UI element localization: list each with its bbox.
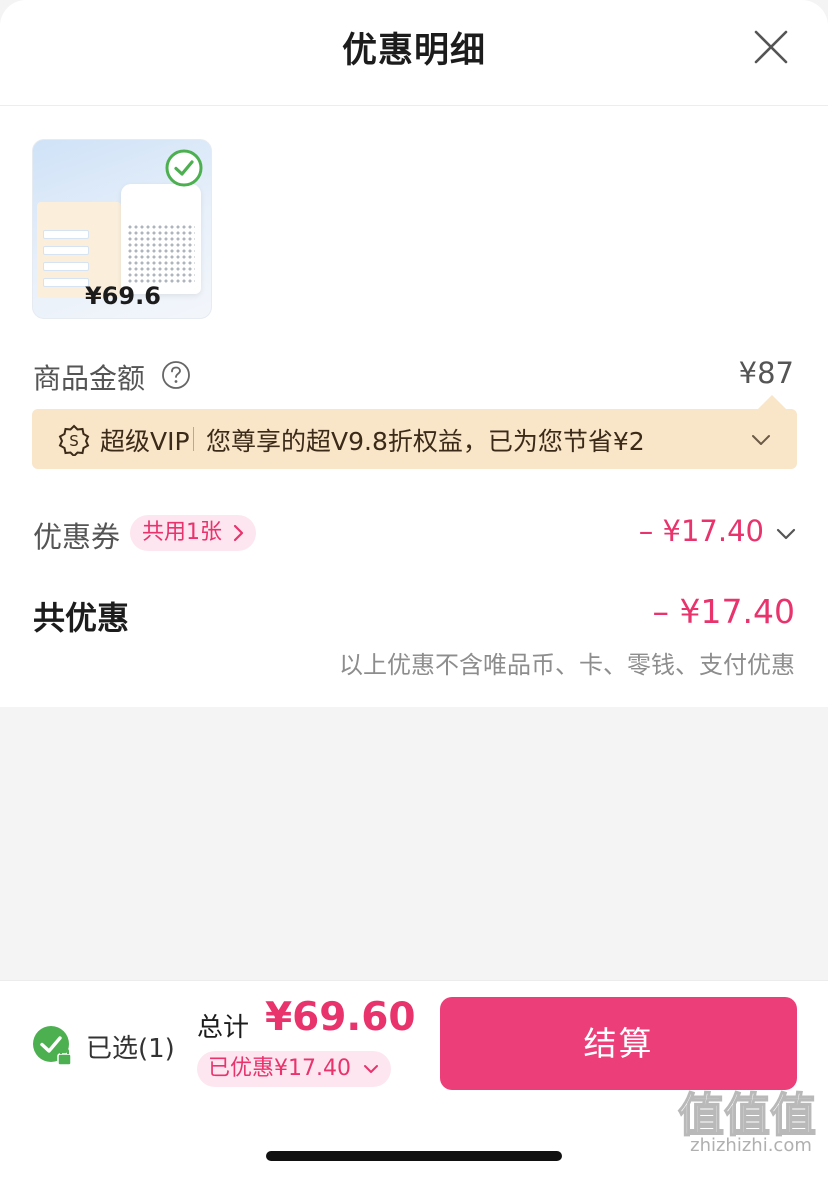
saved-amount-chip[interactable]: 已优惠¥17.40	[197, 1051, 391, 1087]
sheet-header: 优惠明细	[0, 0, 828, 106]
vip-pointer	[758, 395, 786, 409]
page-title: 优惠明细	[341, 31, 486, 71]
purifier-image	[121, 184, 201, 294]
watermark: 值值值 zhizhizhi.com	[676, 1079, 826, 1169]
vip-divider	[193, 427, 194, 451]
check-circle-icon[interactable]	[32, 1025, 74, 1067]
selected-count: 已选(1)	[86, 1034, 175, 1064]
product-thumbnail[interactable]: ¥69.6	[32, 139, 212, 319]
total-discount-value: – ¥17.40	[652, 592, 795, 631]
coupon-chip-text: 共用1张	[142, 520, 222, 545]
checkout-button[interactable]: 结算	[440, 997, 797, 1090]
discount-note: 以上优惠不含唯品币、卡、零钱、支付优惠	[339, 651, 795, 679]
saved-amount-text: 已优惠¥17.40	[208, 1056, 351, 1081]
vip-benefit-bar[interactable]: S 超级VIP 您尊享的超V9.8折权益，已为您节省¥2	[32, 409, 797, 469]
amount-label: 商品金额	[33, 362, 146, 395]
help-circle-icon[interactable]	[161, 360, 191, 390]
amount-value: ¥87	[738, 356, 794, 390]
coupon-discount-value[interactable]: – ¥17.40	[639, 514, 764, 548]
sum-label: 总计	[197, 1013, 250, 1043]
chevron-right-icon	[233, 524, 244, 542]
product-price: ¥69.6	[85, 282, 161, 310]
svg-text:S: S	[69, 432, 79, 450]
home-indicator[interactable]	[266, 1151, 562, 1161]
vip-badge-icon: S	[58, 424, 90, 456]
check-circle-icon[interactable]	[165, 149, 203, 187]
chevron-down-icon[interactable]	[748, 427, 774, 453]
coupon-count-chip[interactable]: 共用1张	[130, 515, 256, 551]
vip-benefit-text: 您尊享的超V9.8折权益，已为您节省¥2	[206, 427, 645, 456]
discount-sheet: 优惠明细 ¥69.6 商品金额 ¥87 S 超级VIP 您尊享的超V9.8折权益…	[0, 0, 828, 707]
sum-value: ¥69.60	[265, 995, 416, 1040]
vip-name: 超级VIP	[100, 427, 190, 456]
coupon-label: 优惠券	[33, 520, 121, 554]
chevron-down-icon	[363, 1065, 378, 1073]
close-icon[interactable]	[748, 24, 794, 70]
checkout-bar: 已选(1) 总计 ¥69.60 已优惠¥17.40 结算 值值值 zhizhiz…	[0, 980, 828, 1178]
watermark-url: zhizhizhi.com	[690, 1135, 812, 1156]
chevron-down-icon[interactable]	[772, 520, 800, 548]
total-discount-label: 共优惠	[33, 599, 130, 637]
